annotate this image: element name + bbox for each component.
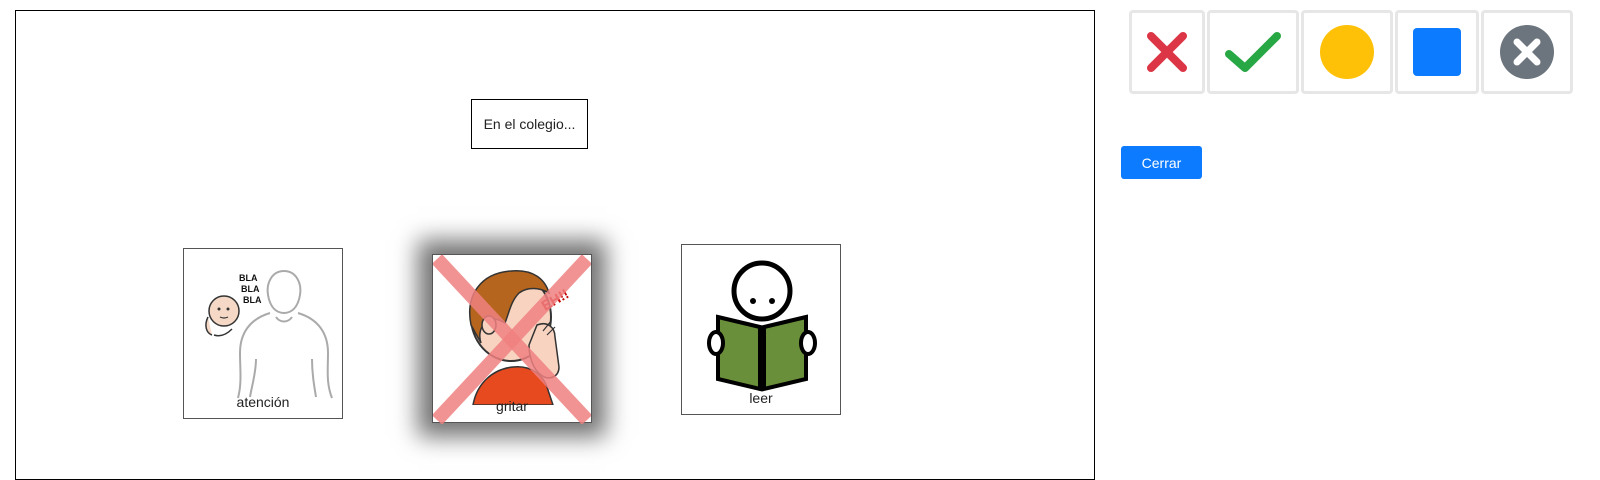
marker-toolbar xyxy=(1129,10,1575,94)
card-leer[interactable]: leer xyxy=(681,244,841,415)
pictogram-board: En el colegio... BLA BLA BLA atención gr… xyxy=(15,10,1095,480)
attention-pictogram-icon: BLA BLA BLA xyxy=(205,269,333,399)
tool-green-check[interactable] xyxy=(1207,10,1299,94)
bla-text: BLA xyxy=(239,273,258,283)
bla-text: BLA xyxy=(243,295,262,305)
card-label: leer xyxy=(749,390,773,406)
tool-red-x[interactable] xyxy=(1129,10,1205,94)
tool-blue-square[interactable] xyxy=(1395,10,1479,94)
board-title: En el colegio... xyxy=(483,116,576,132)
bla-text: BLA xyxy=(241,284,260,294)
blue-square-icon xyxy=(1413,28,1461,76)
close-button[interactable]: Cerrar xyxy=(1121,146,1202,179)
tool-yellow-circle[interactable] xyxy=(1301,10,1393,94)
gray-close-circle-icon xyxy=(1500,25,1554,79)
yellow-circle-icon xyxy=(1320,25,1374,79)
red-x-icon xyxy=(1147,32,1187,72)
reading-pictogram-icon xyxy=(707,260,817,392)
green-check-icon xyxy=(1225,32,1281,72)
tool-gray-close[interactable] xyxy=(1481,10,1573,94)
board-title-box[interactable]: En el colegio... xyxy=(471,99,588,149)
card-gritar[interactable]: EH!! gritar xyxy=(432,254,592,424)
card-label: gritar xyxy=(496,398,528,414)
card-atencion[interactable]: BLA BLA BLA atención xyxy=(183,248,343,419)
card-label: atención xyxy=(236,394,290,410)
